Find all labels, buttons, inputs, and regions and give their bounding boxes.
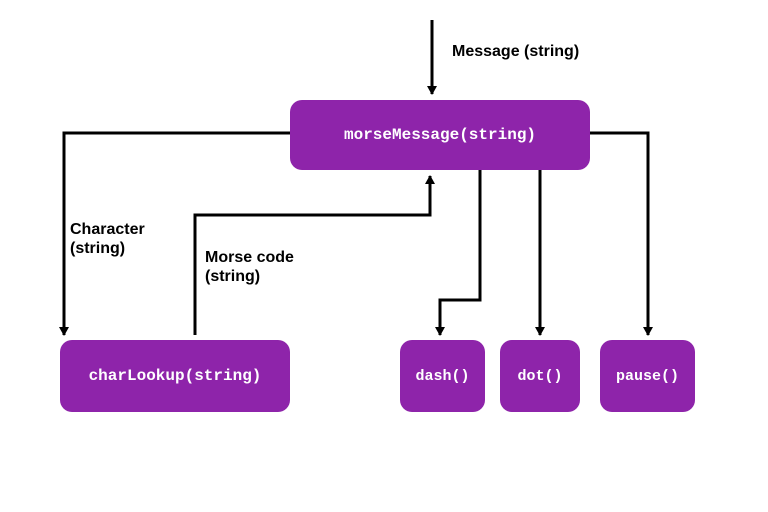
label-character: Character (string) xyxy=(70,220,145,258)
node-morse-message: morseMessage(string) xyxy=(290,100,590,170)
label-morsecode-l1: Morse code xyxy=(205,249,294,266)
node-pause: pause() xyxy=(600,340,695,412)
label-message: Message (string) xyxy=(452,42,579,61)
arrow-to-pause xyxy=(590,133,648,335)
arrow-to-dash xyxy=(440,170,480,335)
node-dash: dash() xyxy=(400,340,485,412)
label-character-l1: Character xyxy=(70,221,145,238)
node-char-lookup: charLookup(string) xyxy=(60,340,290,412)
label-morsecode-l2: (string) xyxy=(205,268,260,285)
label-character-l2: (string) xyxy=(70,240,125,257)
label-morsecode: Morse code (string) xyxy=(205,248,294,286)
diagram-canvas: morseMessage(string) charLookup(string) … xyxy=(0,0,768,512)
node-dot: dot() xyxy=(500,340,580,412)
